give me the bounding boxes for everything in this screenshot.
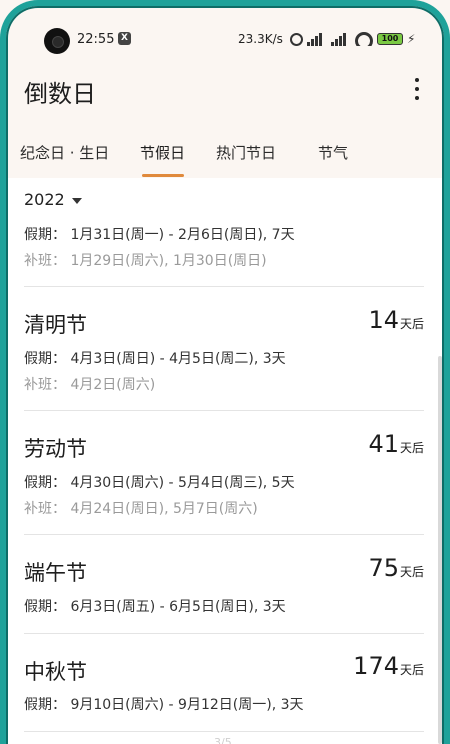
labor-day-holiday: 假期： 4月30日(周六) - 5月4日(周三), 5天 — [24, 475, 295, 491]
signal-icon-2 — [331, 32, 351, 46]
charging-icon: ⚡ — [407, 32, 416, 46]
mid-autumn-holiday: 假期： 9月10日(周六) - 9月12日(周一), 3天 — [24, 697, 304, 713]
divider — [24, 286, 424, 287]
phone-screen: 22:55 X 23.3K/s 100 ⚡ 倒数日 纪念日 · 生日 节假日 热… — [0, 0, 450, 744]
dropdown-caret-icon[interactable] — [72, 198, 82, 204]
tab-popular-festivals[interactable]: 热门节日 — [216, 142, 276, 163]
year-selector[interactable]: 2022 — [24, 190, 65, 209]
tab-holidays[interactable]: 节假日 — [140, 142, 185, 163]
countdown-unit: 天后 — [399, 663, 424, 677]
status-icons: 100 ⚡ — [290, 31, 415, 47]
divider — [24, 410, 424, 411]
tab-bar: 纪念日 · 生日 节假日 热门节日 节气 — [0, 140, 450, 180]
status-bar: 22:55 X 23.3K/s 100 ⚡ — [0, 26, 450, 54]
spring-festival-holiday: 假期： 1月31日(周一) - 2月6日(周日), 7天 — [24, 227, 295, 243]
qingming-holiday: 假期： 4月3日(周日) - 4月5日(周二), 3天 — [24, 351, 286, 367]
holiday-name-labor-day: 劳动节 — [24, 437, 87, 461]
page-title: 倒数日 — [24, 80, 96, 108]
countdown-qingming: 14天后 — [368, 306, 424, 334]
dragon-boat-holiday: 假期： 6月3日(周五) - 6月5日(周日), 3天 — [24, 599, 286, 615]
countdown-unit: 天后 — [399, 565, 424, 579]
scrollbar[interactable] — [438, 356, 442, 744]
countdown-days: 75 — [368, 554, 399, 582]
holiday-name-dragon-boat: 端午节 — [24, 561, 87, 585]
alarm-icon — [290, 32, 303, 46]
countdown-unit: 天后 — [399, 317, 424, 331]
app-header: 22:55 X 23.3K/s 100 ⚡ 倒数日 纪念日 · 生日 节假日 热… — [0, 0, 450, 178]
active-tab-indicator — [142, 174, 184, 177]
countdown-dragon-boat: 75天后 — [368, 554, 424, 582]
front-camera — [44, 28, 70, 54]
countdown-days: 174 — [353, 652, 399, 680]
holiday-list: 2022 假期： 1月31日(周一) - 2月6日(周日), 7天 补班： 1月… — [0, 178, 450, 744]
battery-icon: 100 — [377, 33, 403, 45]
notification-icon: X — [118, 32, 131, 45]
network-speed: 23.3K/s — [238, 32, 283, 46]
countdown-days: 41 — [368, 430, 399, 458]
tab-anniversary-birthday[interactable]: 纪念日 · 生日 — [20, 142, 109, 163]
holiday-name-qingming: 清明节 — [24, 313, 87, 337]
countdown-days: 14 — [368, 306, 399, 334]
divider — [24, 534, 424, 535]
qingming-workday: 补班： 4月2日(周六) — [24, 377, 156, 393]
page-indicator: 3/5 — [214, 736, 232, 744]
more-options-icon[interactable] — [410, 78, 424, 100]
tab-solar-terms[interactable]: 节气 — [318, 142, 348, 163]
status-time: 22:55 — [77, 32, 115, 47]
signal-icon — [307, 32, 327, 46]
divider — [24, 731, 424, 732]
labor-day-workday: 补班： 4月24日(周日), 5月7日(周六) — [24, 501, 258, 517]
countdown-unit: 天后 — [399, 441, 424, 455]
holiday-name-mid-autumn: 中秋节 — [24, 660, 87, 684]
wifi-icon — [355, 32, 373, 46]
countdown-labor-day: 41天后 — [368, 430, 424, 458]
countdown-mid-autumn: 174天后 — [353, 652, 424, 680]
divider — [24, 633, 424, 634]
spring-festival-workday: 补班： 1月29日(周六), 1月30日(周日) — [24, 253, 267, 269]
